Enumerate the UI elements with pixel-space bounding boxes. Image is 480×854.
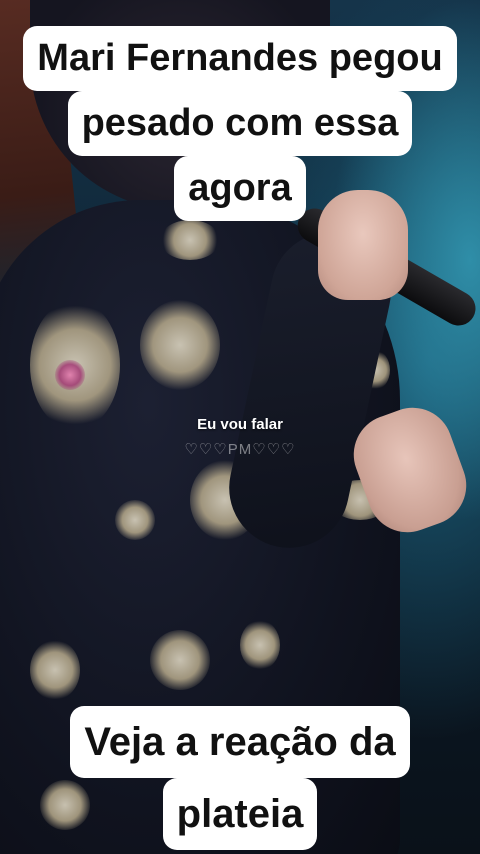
dress-embroidery — [115, 500, 155, 540]
dress-embroidery — [240, 620, 280, 670]
bottom-caption-line2: plateia — [162, 778, 318, 850]
top-caption-line3: agora — [174, 156, 306, 221]
top-caption: Mari Fernandes pegou pesado com essa ago… — [0, 26, 480, 221]
top-caption-line2: pesado com essa — [67, 91, 413, 156]
dress-embroidery — [140, 300, 220, 390]
bottom-caption-line1: Veja a reação da — [70, 706, 410, 778]
bottom-caption: Veja a reação da plateia — [0, 706, 480, 850]
dress-embroidery — [30, 640, 80, 700]
dress-embroidery — [55, 360, 85, 390]
watermark: ♡♡♡PM♡♡♡ — [184, 441, 296, 458]
lyric-subtitle: Eu vou falar — [197, 416, 283, 433]
dress-embroidery — [150, 630, 210, 690]
dress-embroidery — [160, 220, 220, 260]
top-caption-line1: Mari Fernandes pegou — [23, 26, 457, 91]
